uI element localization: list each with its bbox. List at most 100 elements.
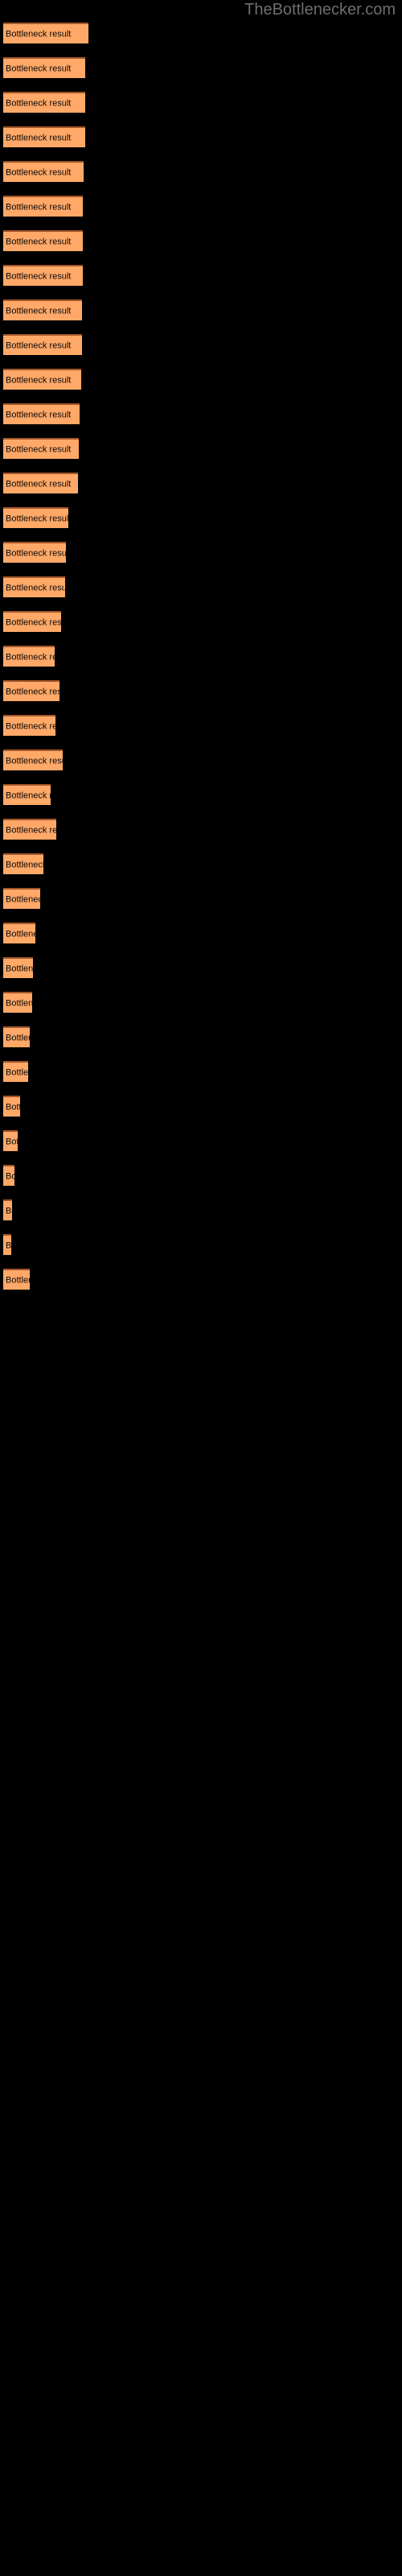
bar-row: Bottleneck result	[0, 819, 402, 853]
bar-row: Bottleneck result	[0, 1061, 402, 1096]
bar-label: Bottleneck result	[6, 1206, 12, 1216]
bar-label: Bottleneck result	[6, 860, 43, 870]
bar-row: Bottleneck result	[0, 957, 402, 992]
bar-label: Bottleneck result	[6, 271, 72, 282]
bar[interactable]: Bottleneck result	[3, 853, 43, 874]
bar[interactable]: Bottleneck result	[3, 888, 40, 909]
bar-label: Bottleneck result	[6, 825, 56, 836]
bar-label: Bottleneck result	[6, 791, 51, 801]
bottleneck-bar-chart: TheBottlenecker.com Bottleneck result Bot…	[0, 0, 402, 2576]
bar-row: Bottleneck result	[0, 196, 402, 230]
bar[interactable]: Bottleneck result	[3, 196, 83, 217]
bar[interactable]: Bottleneck result	[3, 1165, 14, 1186]
bar-label: Bottleneck result	[6, 1033, 30, 1043]
bar[interactable]: Bottleneck result	[3, 1269, 30, 1290]
bar[interactable]: Bottleneck result	[3, 680, 59, 701]
bar[interactable]: Bottleneck result	[3, 715, 55, 736]
bar[interactable]: Bottleneck result	[3, 992, 32, 1013]
bar[interactable]: Bottleneck result	[3, 507, 68, 528]
bar-row: Bottleneck result	[0, 1234, 402, 1269]
bar[interactable]: Bottleneck result	[3, 749, 63, 770]
bar-row: Bottleneck result	[0, 923, 402, 957]
bar[interactable]: Bottleneck result	[3, 92, 85, 113]
bar[interactable]: Bottleneck result	[3, 403, 80, 424]
bar-row: Bottleneck result	[0, 784, 402, 819]
bar[interactable]: Bottleneck result	[3, 161, 84, 182]
bar-row: Bottleneck result	[0, 507, 402, 542]
bar-row: Bottleneck result	[0, 992, 402, 1026]
bar-label: Bottleneck result	[6, 617, 61, 628]
bar[interactable]: Bottleneck result	[3, 576, 65, 597]
bar[interactable]: Bottleneck result	[3, 646, 55, 667]
bar-label: Bottleneck result	[6, 29, 72, 39]
bar-row: Bottleneck result	[0, 369, 402, 403]
bar-row: Bottleneck result	[0, 403, 402, 438]
bar[interactable]: Bottleneck result	[3, 611, 61, 632]
bar-label: Bottleneck result	[6, 133, 72, 143]
bar[interactable]: Bottleneck result	[3, 957, 33, 978]
bar[interactable]: Bottleneck result	[3, 334, 82, 355]
bar-label: Bottleneck result	[6, 479, 72, 489]
bar-label: Bottleneck result	[6, 1102, 20, 1113]
bar[interactable]: Bottleneck result	[3, 1026, 30, 1047]
bar[interactable]: Bottleneck result	[3, 542, 66, 563]
bar[interactable]: Bottleneck result	[3, 819, 56, 840]
bar-row: Bottleneck result	[0, 92, 402, 126]
bar-label: Bottleneck result	[6, 998, 32, 1009]
bar-label: Bottleneck result	[6, 306, 72, 316]
bar[interactable]: Bottleneck result	[3, 438, 79, 459]
bar[interactable]: Bottleneck result	[3, 230, 83, 251]
bar-row: Bottleneck result	[0, 473, 402, 507]
bar[interactable]: Bottleneck result	[3, 1199, 12, 1220]
bar-row: Bottleneck result	[0, 749, 402, 784]
bar-label: Bottleneck result	[6, 98, 72, 109]
bar-label: Bottleneck result	[6, 929, 35, 939]
bar-row: Bottleneck result	[0, 265, 402, 299]
bar[interactable]: Bottleneck result	[3, 57, 85, 78]
bar[interactable]: Bottleneck result	[3, 299, 82, 320]
bar[interactable]: Bottleneck result	[3, 126, 85, 147]
bar-label: Bottleneck result	[6, 756, 63, 766]
bar-label: Bottleneck result	[6, 64, 72, 74]
bar-label: Bottleneck result	[6, 548, 66, 559]
bar-label: Bottleneck result	[6, 341, 72, 351]
bar-label: Bottleneck result	[6, 964, 33, 974]
bar-row: Bottleneck result	[0, 438, 402, 473]
bar[interactable]: Bottleneck result	[3, 923, 35, 943]
bar-label: Bottleneck result	[6, 652, 55, 663]
bar-row: Bottleneck result	[0, 680, 402, 715]
bar-label: Bottleneck result	[6, 410, 72, 420]
bar-label: Bottleneck result	[6, 1171, 14, 1182]
bar[interactable]: Bottleneck result	[3, 1061, 28, 1082]
bar-row: Bottleneck result	[0, 576, 402, 611]
bar-label: Bottleneck result	[6, 1275, 30, 1286]
bar-label: Bottleneck result	[6, 721, 55, 732]
bar-row: Bottleneck result	[0, 1199, 402, 1234]
bar-row: Bottleneck result	[0, 888, 402, 923]
bar[interactable]: Bottleneck result	[3, 265, 83, 286]
bar-row: Bottleneck result	[0, 1269, 402, 1303]
bar-row: Bottleneck result	[0, 715, 402, 749]
bar[interactable]: Bottleneck result	[3, 1234, 11, 1255]
bar-label: Bottleneck result	[6, 1067, 28, 1078]
bar-label: Bottleneck result	[6, 1137, 18, 1147]
bar-label: Bottleneck result	[6, 1241, 11, 1251]
bar-label: Bottleneck result	[6, 167, 72, 178]
bar-label: Bottleneck result	[6, 687, 59, 697]
bar[interactable]: Bottleneck result	[3, 23, 88, 43]
bar-row: Bottleneck result	[0, 1165, 402, 1199]
site-header: TheBottlenecker.com	[0, 0, 402, 23]
bar-row: Bottleneck result	[0, 853, 402, 888]
bar-row: Bottleneck result	[0, 57, 402, 92]
bar-row: Bottleneck result	[0, 299, 402, 334]
bar-row: Bottleneck result	[0, 334, 402, 369]
bar[interactable]: Bottleneck result	[3, 1096, 20, 1117]
bar-row: Bottleneck result	[0, 230, 402, 265]
bar[interactable]: Bottleneck result	[3, 1130, 18, 1151]
bar[interactable]: Bottleneck result	[3, 369, 81, 390]
bar-row: Bottleneck result	[0, 611, 402, 646]
bar-row: Bottleneck result	[0, 161, 402, 196]
bar[interactable]: Bottleneck result	[3, 784, 51, 805]
bar[interactable]: Bottleneck result	[3, 473, 78, 493]
bar-label: Bottleneck result	[6, 514, 68, 524]
